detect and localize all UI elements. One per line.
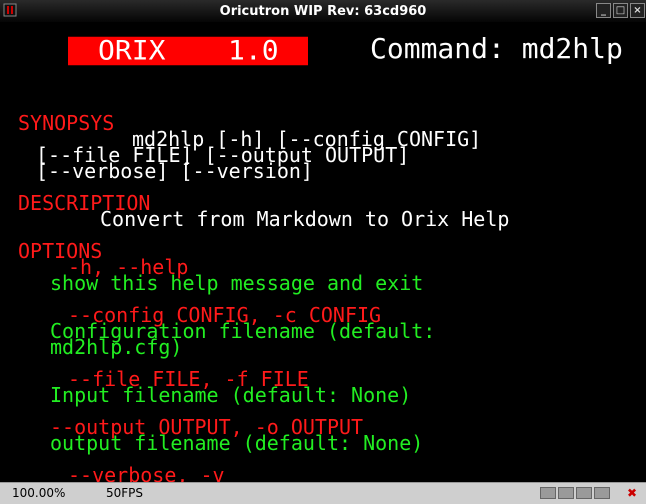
fps-readout: 50FPS — [106, 486, 144, 500]
window-menu-icon[interactable] — [3, 3, 17, 17]
maximize-button[interactable]: □ — [613, 3, 628, 18]
close-button[interactable]: × — [630, 3, 645, 18]
synopsys-heading: SYNOPSYS — [18, 111, 115, 135]
status-close-icon[interactable]: ✖ — [624, 486, 640, 500]
option-config-desc-2: md2hlp.cfg) — [50, 335, 183, 359]
option-file-desc: Input filename (default: None) — [50, 383, 412, 407]
option-help-desc: show this help message and exit — [50, 271, 424, 295]
status-button-1[interactable] — [540, 487, 556, 499]
description-text: Convert from Markdown to Orix Help — [100, 207, 510, 231]
option-verbose: --verbose, -v — [68, 463, 225, 482]
banner-os-name: ORIX — [98, 34, 166, 67]
emulator-screen[interactable]: ORIX 1.0 Command: md2hlp SYNOPSYS md2hlp… — [2, 22, 644, 482]
orix-banner: ORIX 1.0 — [68, 34, 308, 67]
synopsys-line-3: [--verbose] [--version] — [36, 159, 313, 183]
window-title: Oricutron WIP Rev: 63cd960 — [219, 3, 427, 19]
title-bar[interactable]: Oricutron WIP Rev: 63cd960 _ □ × — [0, 0, 646, 22]
status-button-3[interactable] — [576, 487, 592, 499]
command-title: Command: md2hlp — [370, 32, 623, 65]
zoom-level: 100.00% — [12, 486, 66, 500]
status-button-4[interactable] — [594, 487, 610, 499]
minimize-button[interactable]: _ — [596, 3, 611, 18]
option-output-desc: output filename (default: None) — [50, 431, 424, 455]
banner-version: 1.0 — [228, 34, 279, 67]
status-bar: 100.00% 50FPS ✖ — [0, 482, 646, 504]
status-button-2[interactable] — [558, 487, 574, 499]
